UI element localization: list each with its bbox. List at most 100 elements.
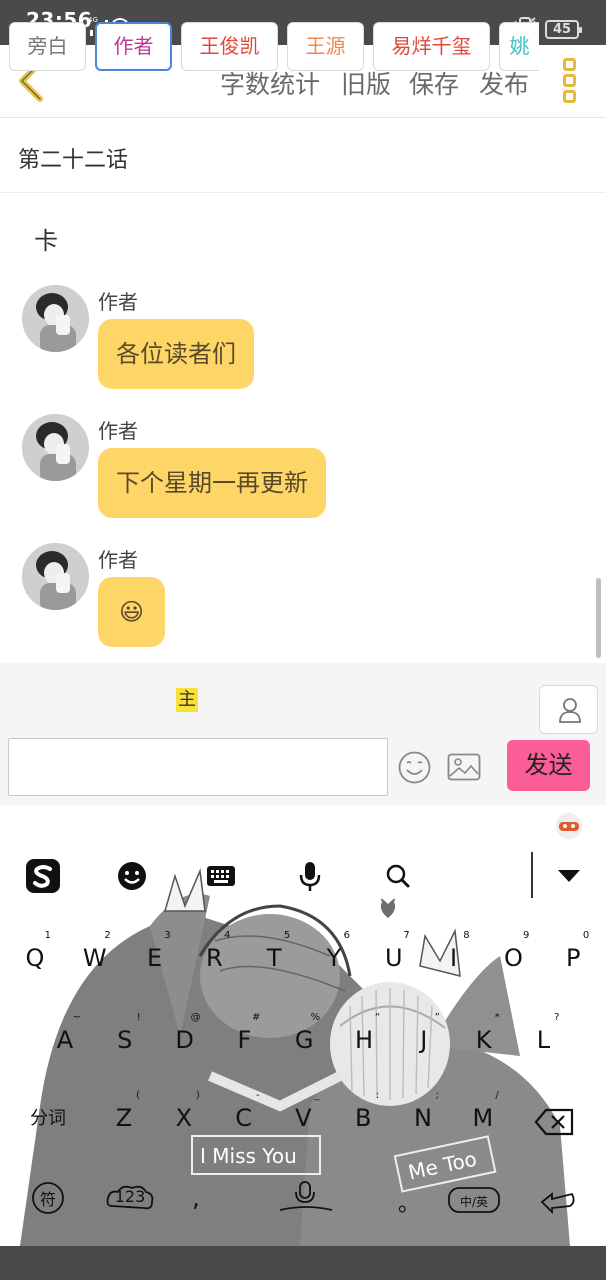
key-w[interactable]: 2W	[75, 930, 115, 976]
key-q[interactable]: 1Q	[15, 930, 55, 976]
key-u[interactable]: 7U	[374, 930, 414, 976]
numbers-key[interactable]: 123	[104, 1180, 156, 1220]
key-v[interactable]: _ V	[283, 1090, 323, 1136]
message-input[interactable]	[8, 738, 388, 796]
narration-text: 卡	[34, 227, 58, 255]
sender-name: 作者	[98, 419, 138, 443]
key-label: T	[266, 944, 282, 972]
key-secondary-label: “	[374, 1012, 380, 1023]
key-c[interactable]: -C	[224, 1090, 264, 1136]
key-label: O	[503, 944, 523, 972]
role-yao[interactable]: 姚	[499, 22, 539, 71]
key-e[interactable]: 3E	[135, 930, 175, 976]
key-n[interactable]: ; N	[403, 1090, 443, 1136]
key-secondary-label: /	[495, 1090, 499, 1101]
sogou-logo-icon[interactable]	[25, 858, 61, 894]
image-icon[interactable]	[447, 753, 481, 781]
key-a[interactable]: ~ A	[45, 1012, 85, 1058]
role-wang-junkai[interactable]: 王俊凯	[181, 22, 278, 71]
key-r[interactable]: 4R	[194, 930, 234, 976]
key-y[interactable]: 6Y	[314, 930, 354, 976]
keyboard-mascot-icon[interactable]	[554, 810, 584, 840]
key-secondary-label: ”	[434, 1012, 440, 1023]
key-label: Z	[115, 1104, 133, 1132]
system-navigation-bar	[0, 1246, 606, 1280]
role-yi-yangqianxi[interactable]: 易烊千玺	[373, 22, 490, 71]
key-o[interactable]: 9O	[493, 930, 533, 976]
avatar[interactable]	[22, 543, 89, 610]
key-h[interactable]: “H	[344, 1012, 384, 1058]
key-label: Y	[326, 944, 342, 972]
message-bubble[interactable]: 下个星期一再更新	[98, 448, 326, 518]
key-p[interactable]: 0P	[553, 930, 593, 976]
key-m[interactable]: / M	[463, 1090, 503, 1136]
role-narration[interactable]: 旁白	[9, 22, 86, 71]
role-author[interactable]: 作者	[95, 22, 172, 71]
key-k[interactable]: * K	[464, 1012, 504, 1058]
language-switch-key[interactable]: 中/英	[443, 1182, 505, 1222]
segment-key[interactable]: 分词	[22, 1104, 74, 1144]
message-bubble[interactable]: 😃	[98, 577, 165, 647]
avatar[interactable]	[22, 285, 89, 352]
toolbar-divider	[531, 852, 533, 898]
key-label: I	[450, 944, 458, 972]
symbols-key[interactable]: 符	[26, 1178, 70, 1218]
period-key[interactable]: 。	[398, 1186, 420, 1226]
key-f[interactable]: # F	[224, 1012, 264, 1058]
add-role-button[interactable]	[539, 685, 598, 734]
key-secondary-label: 0	[582, 930, 590, 941]
key-label: R	[206, 944, 223, 972]
key-label: P	[565, 944, 581, 972]
key-label: U	[385, 944, 403, 972]
chapter-title-field[interactable]: 第二十二话	[0, 118, 606, 193]
key-label: A	[56, 1026, 74, 1054]
key-secondary-label: #	[252, 1012, 261, 1023]
key-x[interactable]: ) X	[164, 1090, 204, 1136]
key-secondary-label: -	[255, 1090, 260, 1101]
backspace-icon[interactable]	[532, 1102, 578, 1142]
key-t[interactable]: 5T	[254, 930, 294, 976]
key-secondary-label: _	[314, 1090, 320, 1101]
key-secondary-label: ;	[435, 1090, 439, 1101]
key-label: D	[175, 1026, 194, 1054]
hide-keyboard-icon[interactable]	[554, 864, 584, 888]
comma-key[interactable]: ,	[184, 1184, 208, 1224]
key-label: N	[414, 1104, 432, 1132]
sender-name: 作者	[98, 548, 138, 572]
microphone-icon[interactable]	[292, 858, 328, 894]
more-menu-icon[interactable]	[563, 58, 581, 106]
key-secondary-label: 1	[44, 930, 51, 941]
emoji-face-icon[interactable]	[114, 858, 150, 894]
key-secondary-label: 2	[104, 930, 111, 941]
key-label: Q	[25, 944, 45, 972]
key-label: W	[82, 944, 107, 972]
key-g[interactable]: % G	[284, 1012, 324, 1058]
key-label: E	[147, 944, 163, 972]
space-microphone-icon[interactable]	[276, 1176, 336, 1216]
message-bubble[interactable]: 各位读者们	[98, 319, 254, 389]
key-b[interactable]: :B	[343, 1090, 383, 1136]
person-icon	[559, 698, 581, 723]
key-label: S	[117, 1026, 133, 1054]
key-z[interactable]: (Z	[104, 1090, 144, 1136]
enter-key-icon[interactable]	[536, 1180, 580, 1220]
key-l[interactable]: ? L	[523, 1012, 563, 1058]
key-secondary-label: :	[375, 1090, 380, 1101]
battery-icon: 45	[545, 20, 582, 39]
key-secondary-label: ~	[72, 1012, 81, 1023]
avatar[interactable]	[22, 414, 89, 481]
key-s[interactable]: ! S	[105, 1012, 145, 1058]
role-wang-yuan[interactable]: 王源	[287, 22, 364, 71]
key-secondary-label: 6	[343, 930, 350, 941]
key-j[interactable]: ” J	[404, 1012, 444, 1058]
scrollbar[interactable]	[596, 578, 601, 658]
send-button[interactable]: 发送	[507, 740, 590, 791]
chapter-title: 第二十二话	[18, 148, 129, 173]
emoji-icon[interactable]	[398, 751, 431, 784]
key-label: H	[354, 1026, 374, 1054]
search-icon[interactable]	[380, 858, 416, 894]
key-i[interactable]: 8I	[434, 930, 474, 976]
key-d[interactable]: @ D	[165, 1012, 205, 1058]
key-secondary-label: )	[195, 1090, 200, 1101]
keyboard-layout-icon[interactable]	[203, 858, 239, 894]
